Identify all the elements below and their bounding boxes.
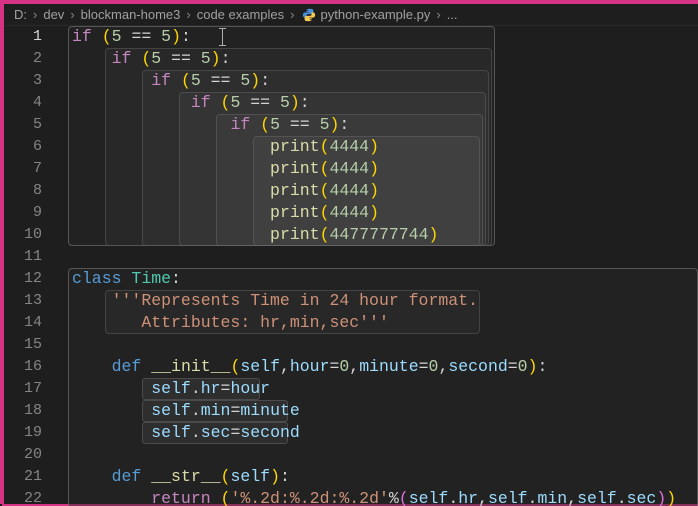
code-line[interactable]: if (5 == 5): xyxy=(72,92,310,114)
breadcrumb-symbol[interactable]: ... xyxy=(447,7,458,22)
code-line[interactable]: if (5 == 5): xyxy=(72,26,191,48)
code-line[interactable]: print(4444) xyxy=(72,180,379,202)
line-number: 6 xyxy=(4,136,42,158)
line-number: 14 xyxy=(4,312,42,334)
code-line[interactable]: def __init__(self,hour=0,minute=0,second… xyxy=(72,356,547,378)
code-line[interactable]: return ('%.2d:%.2d:%.2d'%(self.hr,self.m… xyxy=(72,488,676,506)
line-number: 21 xyxy=(4,466,42,488)
chevron-right-icon: › xyxy=(436,7,440,22)
breadcrumb-item[interactable]: blockman-home3 xyxy=(81,7,181,22)
code-line[interactable]: self.hr=hour xyxy=(72,378,270,400)
code-line[interactable]: Attributes: hr,min,sec''' xyxy=(72,312,389,334)
code-line[interactable]: print(4477777744) xyxy=(72,224,438,246)
text-cursor xyxy=(222,28,223,46)
breadcrumb: D: › dev › blockman-home3 › code example… xyxy=(4,4,698,26)
breadcrumb-item[interactable]: dev xyxy=(43,7,64,22)
line-number: 2 xyxy=(4,48,42,70)
chevron-right-icon: › xyxy=(290,7,294,22)
code-line[interactable]: if (5 == 5): xyxy=(72,48,230,70)
breadcrumb-item[interactable]: code examples xyxy=(197,7,284,22)
code-line[interactable]: print(4444) xyxy=(72,158,379,180)
line-number: 1 xyxy=(4,26,42,48)
chevron-right-icon: › xyxy=(33,7,37,22)
code-line[interactable]: print(4444) xyxy=(72,136,379,158)
line-number: 4 xyxy=(4,92,42,114)
code-line[interactable]: self.min=minute xyxy=(72,400,300,422)
line-number: 7 xyxy=(4,158,42,180)
line-number: 17 xyxy=(4,378,42,400)
line-number: 11 xyxy=(4,246,42,268)
chevron-right-icon: › xyxy=(186,7,190,22)
breadcrumb-file[interactable]: python-example.py xyxy=(321,7,431,22)
line-number: 16 xyxy=(4,356,42,378)
line-number: 10 xyxy=(4,224,42,246)
line-number: 9 xyxy=(4,202,42,224)
line-number: 5 xyxy=(4,114,42,136)
chevron-right-icon: › xyxy=(70,7,74,22)
line-number: 20 xyxy=(4,444,42,466)
line-number: 15 xyxy=(4,334,42,356)
code-line[interactable]: '''Represents Time in 24 hour format. xyxy=(72,290,478,312)
line-number-gutter: 12345678910111213141516171819202122 xyxy=(4,26,60,504)
breadcrumb-item[interactable]: D: xyxy=(14,7,27,22)
python-file-icon xyxy=(301,7,317,23)
code-line[interactable]: def __str__(self): xyxy=(72,466,290,488)
line-number: 12 xyxy=(4,268,42,290)
code-line[interactable]: self.sec=second xyxy=(72,422,300,444)
line-number: 8 xyxy=(4,180,42,202)
line-number: 13 xyxy=(4,290,42,312)
code-line[interactable]: if (5 == 5): xyxy=(72,70,270,92)
line-number: 19 xyxy=(4,422,42,444)
line-number: 3 xyxy=(4,70,42,92)
code-line[interactable]: if (5 == 5): xyxy=(72,114,349,136)
line-number: 18 xyxy=(4,400,42,422)
code-line[interactable]: print(4444) xyxy=(72,202,379,224)
code-area[interactable]: if (5 == 5): if (5 == 5): if (5 == 5): i… xyxy=(60,26,698,504)
code-line[interactable]: class Time: xyxy=(72,268,181,290)
line-number: 22 xyxy=(4,488,42,506)
code-editor[interactable]: 12345678910111213141516171819202122 if (… xyxy=(4,26,698,504)
